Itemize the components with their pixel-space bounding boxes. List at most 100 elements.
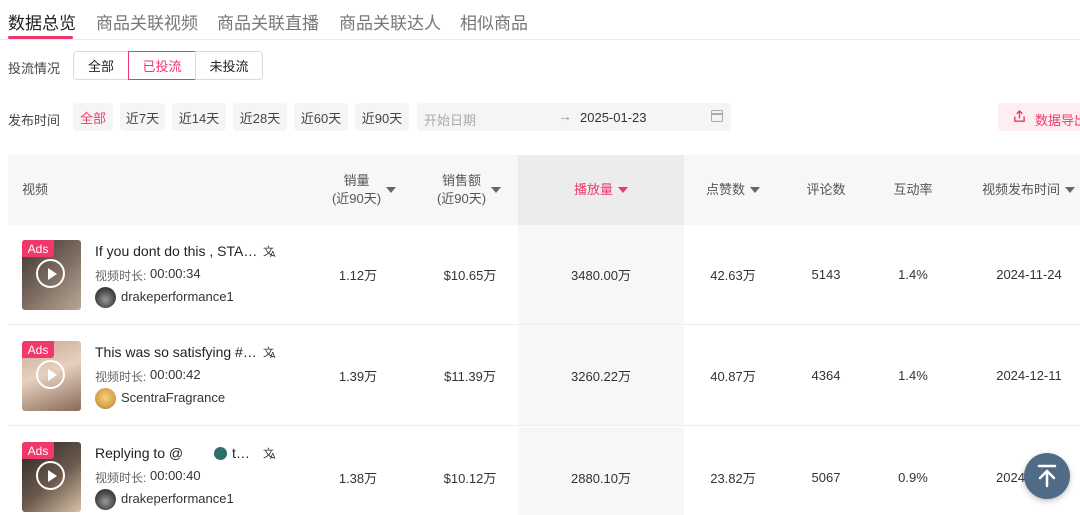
cell-revenue: $10.12万	[443, 470, 497, 486]
cell-plays: 3260.22万	[571, 369, 631, 384]
svg-text:A: A	[270, 250, 276, 258]
header-revenue-line2: (近90天)	[436, 191, 487, 206]
start-date-input[interactable]: 开始日期	[424, 110, 476, 129]
translate-icon[interactable]: 文A	[263, 345, 277, 359]
header-likes[interactable]: 点赞数	[684, 155, 782, 225]
calendar-icon[interactable]	[711, 110, 723, 122]
ads-badge: Ads	[22, 240, 54, 257]
play-icon[interactable]	[36, 461, 65, 490]
sort-caret-icon	[1065, 187, 1076, 193]
duration-label: 视频时长:	[95, 269, 147, 283]
video-title[interactable]: Replying to @	[95, 445, 183, 461]
cell-sales: 1.12万	[338, 268, 378, 283]
back-to-top-button[interactable]	[1024, 453, 1070, 499]
header-publish-date[interactable]: 视频发布时间	[966, 155, 1080, 225]
table-row[interactable]: Ads Replying to @ t… 文A 视频时长: 00:00:40 d…	[8, 427, 1080, 515]
sort-caret-icon	[750, 187, 760, 193]
avatar[interactable]	[95, 489, 116, 510]
date-range-picker[interactable]: 开始日期 → 2025-01-23	[417, 103, 731, 131]
header-sales-line2: (近90天)	[331, 191, 382, 206]
cell-engagement: 1.4%	[898, 267, 928, 282]
video-title[interactable]: This was so satisfying #tt…	[95, 344, 259, 360]
header-video: 视频	[22, 182, 49, 197]
tab-related-live[interactable]: 商品关联直播	[217, 9, 319, 34]
tab-related-videos[interactable]: 商品关联视频	[96, 9, 198, 34]
cell-likes: 40.87万	[710, 369, 756, 384]
header-engagement[interactable]: 互动率	[870, 155, 956, 225]
cell-sales: 1.38万	[338, 470, 378, 486]
time-chip-60d[interactable]: 近60天	[294, 103, 348, 131]
video-title-rest: t…	[232, 445, 250, 461]
time-chip-7d[interactable]: 近7天	[120, 103, 165, 131]
author-name[interactable]: drakeperformance1	[121, 289, 234, 304]
back-to-top-icon	[1037, 464, 1057, 488]
ad-filter-all[interactable]: 全部	[73, 51, 129, 80]
video-thumbnail[interactable]: Ads	[22, 240, 81, 310]
active-tab-indicator	[8, 36, 73, 39]
video-thumbnail[interactable]: Ads	[22, 442, 81, 512]
header-revenue[interactable]: 销售额 (近90天)	[420, 155, 518, 225]
play-icon[interactable]	[36, 259, 65, 288]
header-sales-line1: 销量	[343, 173, 370, 188]
duration-label: 视频时长:	[95, 370, 147, 384]
avatar[interactable]	[95, 388, 116, 409]
cell-engagement: 0.9%	[898, 469, 928, 485]
header-plays[interactable]: 播放量	[518, 155, 684, 225]
export-button[interactable]: 数据导出	[998, 103, 1080, 131]
cell-revenue: $11.39万	[444, 369, 496, 384]
ad-filter-label: 投流情况	[8, 61, 61, 76]
header-likes-label: 点赞数	[705, 182, 745, 197]
svg-text:A: A	[270, 452, 276, 460]
time-chip-14d[interactable]: 近14天	[172, 103, 226, 131]
export-icon	[1014, 110, 1025, 122]
tab-overview[interactable]: 数据总览	[8, 9, 76, 34]
video-title[interactable]: If you dont do this , STAR…	[95, 243, 259, 259]
time-chip-90d[interactable]: 近90天	[355, 103, 409, 131]
avatar[interactable]	[95, 287, 116, 308]
cell-revenue: $10.65万	[443, 268, 497, 283]
header-publish-date-label: 视频发布时间	[982, 182, 1061, 197]
table-header: 视频 销量 (近90天) 销售额 (近90天) 播放量 点赞数 评论数 互动率 视频…	[8, 155, 1080, 225]
time-chip-all[interactable]: 全部	[73, 103, 113, 131]
duration-value: 00:00:34	[150, 266, 201, 281]
header-comments[interactable]: 评论数	[782, 155, 870, 225]
tab-similar-products[interactable]: 相似商品	[460, 9, 528, 34]
translate-icon[interactable]: 文A	[263, 244, 277, 258]
sort-caret-icon	[491, 187, 502, 193]
svg-text:A: A	[270, 351, 276, 359]
tab-related-creators[interactable]: 商品关联达人	[339, 9, 441, 34]
cell-plays: 2880.10万	[571, 470, 631, 486]
cell-likes: 23.82万	[710, 470, 756, 486]
publish-time-label: 发布时间	[8, 113, 61, 128]
ads-badge: Ads	[22, 341, 54, 358]
cell-engagement: 1.4%	[898, 368, 928, 383]
sort-caret-icon	[386, 187, 397, 193]
cell-likes: 42.63万	[710, 268, 756, 283]
sort-caret-icon	[618, 187, 628, 193]
author-name[interactable]: ScentraFragrance	[121, 390, 225, 405]
duration-value: 00:00:40	[150, 468, 201, 483]
header-sales[interactable]: 销量 (近90天)	[308, 155, 420, 225]
end-date-input[interactable]: 2025-01-23	[580, 110, 647, 125]
author-name[interactable]: drakeperformance1	[121, 491, 234, 506]
duration-label: 视频时长:	[95, 471, 147, 485]
cell-comments: 5143	[811, 267, 841, 282]
table-row[interactable]: Ads This was so satisfying #tt… 文A 视频时长:…	[8, 326, 1080, 426]
cell-plays: 3480.00万	[571, 268, 631, 283]
ads-badge: Ads	[22, 442, 54, 459]
table-row[interactable]: Ads If you dont do this , STAR… 文A 视频时长:…	[8, 225, 1080, 325]
cell-comments: 4364	[811, 368, 841, 383]
cell-publish-date: 2024-12-11	[996, 368, 1062, 383]
mention-avatar-icon	[214, 447, 227, 460]
header-plays-label: 播放量	[573, 182, 613, 197]
cell-publish-date: 2024-11-24	[996, 267, 1062, 282]
play-icon[interactable]	[36, 360, 65, 389]
ad-filter-not-promoted[interactable]: 未投流	[195, 51, 263, 80]
tab-bar: 数据总览 商品关联视频 商品关联直播 商品关联达人 相似商品	[0, 0, 1080, 40]
translate-icon[interactable]: 文A	[263, 446, 277, 460]
video-thumbnail[interactable]: Ads	[22, 341, 81, 411]
ad-filter-promoted[interactable]: 已投流	[128, 51, 196, 80]
export-label: 数据导出	[1035, 113, 1080, 128]
date-range-separator: →	[558, 108, 572, 124]
time-chip-28d[interactable]: 近28天	[233, 103, 287, 131]
